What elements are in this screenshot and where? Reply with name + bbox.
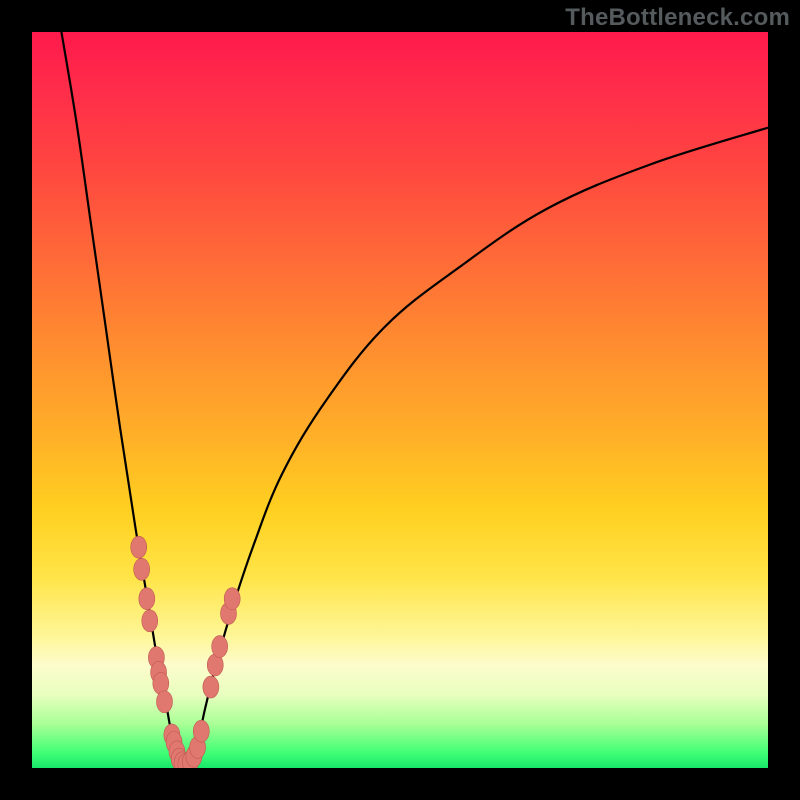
attribution-label: TheBottleneck.com xyxy=(565,4,790,32)
curve-right-branch xyxy=(194,128,768,768)
marker-dot xyxy=(139,588,155,610)
marker-dot xyxy=(131,536,147,558)
marker-dot xyxy=(203,676,219,698)
marker-dot xyxy=(156,691,172,713)
plot-area xyxy=(32,32,768,768)
curve-svg xyxy=(32,32,768,768)
marker-dot xyxy=(193,720,209,742)
marker-dot xyxy=(142,610,158,632)
marker-dot xyxy=(212,636,228,658)
marker-dot xyxy=(224,588,240,610)
marker-dot xyxy=(134,558,150,580)
marker-group xyxy=(131,536,240,768)
chart-frame: TheBottleneck.com xyxy=(0,0,800,800)
